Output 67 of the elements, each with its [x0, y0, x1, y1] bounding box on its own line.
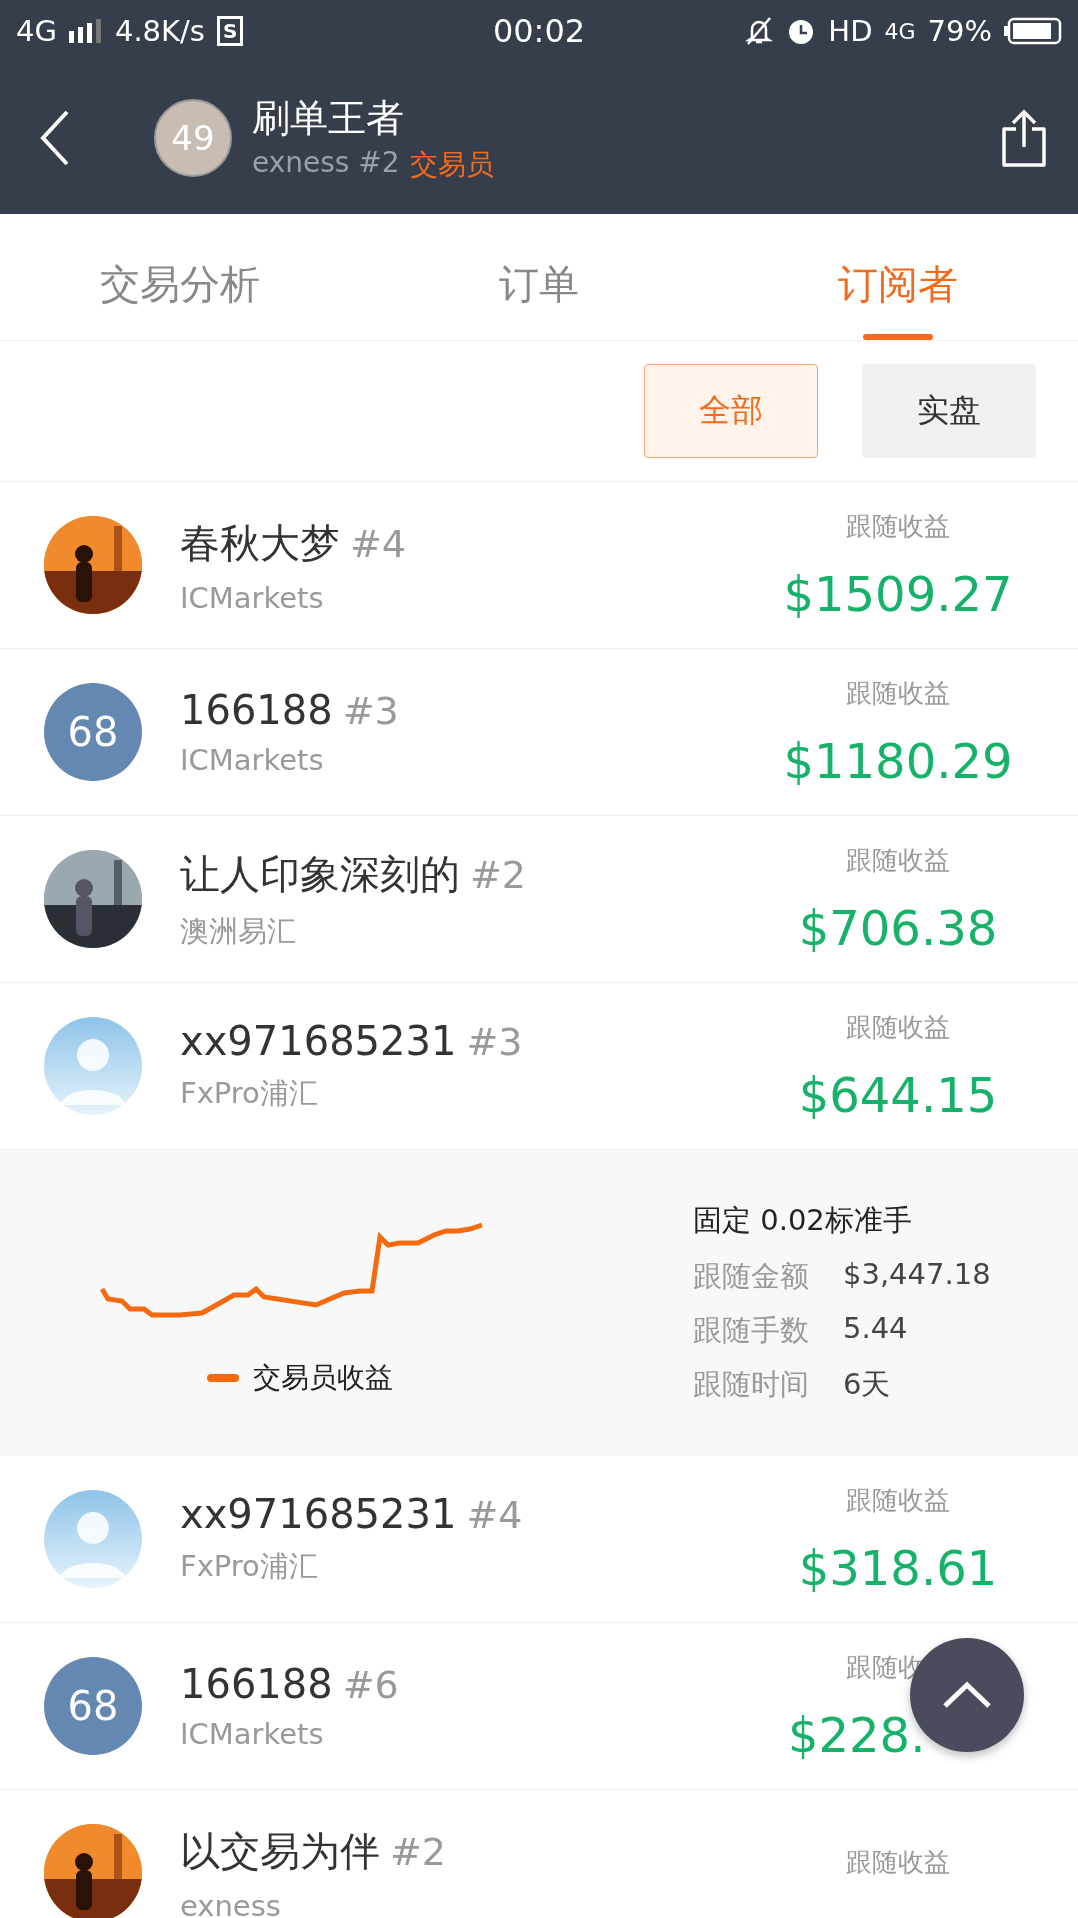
subscriber-rank: #2: [470, 852, 527, 897]
chevron-up-icon: [942, 1681, 992, 1709]
subscriber-name: 166188: [180, 1661, 333, 1707]
default-avatar-icon: [44, 1490, 142, 1588]
subscriber-name: xx971685231: [180, 1491, 457, 1537]
subscriber-rank: #4: [350, 521, 407, 566]
subscriber-name: 166188: [180, 687, 333, 733]
subscriber-name: 以交易为伴: [180, 1826, 380, 1876]
subscriber-rank: #3: [466, 1020, 523, 1064]
filter-button[interactable]: 全部: [644, 364, 818, 458]
s-badge: S: [216, 16, 244, 46]
clock: 00:02: [492, 12, 586, 50]
subscriber-rank: #2: [390, 1829, 447, 1874]
share-icon[interactable]: [1000, 109, 1048, 167]
subscriber-name: xx971685231: [180, 1018, 457, 1064]
profit-label: 跟随收益: [846, 1845, 950, 1879]
broker-name: ICMarkets: [180, 580, 325, 615]
broker-name: ICMarkets: [180, 743, 325, 777]
stat-label: 跟随金额: [693, 1258, 809, 1295]
back-icon[interactable]: [40, 110, 70, 166]
stat-value: $3,447.18: [843, 1257, 991, 1293]
battery-level: 79%: [927, 14, 992, 48]
profit-amount: $706.38: [798, 899, 998, 956]
bell-off-icon: [744, 16, 775, 46]
subscriber-rank: #3: [342, 689, 399, 733]
profit-amount: $644.15: [798, 1066, 998, 1123]
user-avatar: 68: [44, 683, 142, 781]
user-avatar: 49: [154, 99, 232, 177]
follow-mode: 固定 0.02标准手: [693, 1202, 913, 1239]
stat-label: 跟随手数: [693, 1312, 809, 1349]
profit-label: 跟随收益: [846, 676, 950, 710]
network-type: 4G: [884, 18, 916, 44]
broker-name: FxPro浦汇: [180, 1548, 319, 1585]
trader-name: 刷单王者: [252, 94, 405, 142]
network-speed: 4.8K/s: [114, 14, 205, 48]
profit-amount: $228.: [788, 1706, 926, 1763]
profit-amount: $318.61: [798, 1539, 998, 1596]
signal-icon: [68, 19, 103, 43]
trader-account: exness #2: [252, 145, 400, 181]
legend-label: 交易员收益: [253, 1360, 393, 1396]
profit-label: 跟随收益: [846, 1010, 950, 1044]
profit-amount: $1180.29: [783, 732, 1013, 789]
broker-name: FxPro浦汇: [180, 1075, 319, 1112]
tab[interactable]: 订单: [359, 228, 719, 340]
filter-button[interactable]: 实盘: [862, 364, 1036, 458]
hd-indicator: HD: [828, 14, 873, 48]
trader-role: 交易员: [409, 146, 494, 183]
battery-icon: [1004, 17, 1062, 45]
broker-name: ICMarkets: [180, 1717, 325, 1751]
stat-value: 6天: [843, 1366, 892, 1403]
tab[interactable]: 交易分析: [0, 228, 360, 340]
profit-label: 跟随收益: [846, 509, 950, 543]
network-type: 4G: [16, 14, 57, 48]
default-avatar-icon: [44, 1017, 142, 1115]
stat-label: 跟随时间: [693, 1366, 809, 1403]
user-avatar: 68: [44, 1657, 142, 1755]
broker-name: 澳洲易汇: [180, 912, 297, 950]
profit-amount: $1509.27: [783, 565, 1013, 622]
subscriber-rank: #4: [466, 1493, 523, 1537]
broker-name: exness: [180, 1888, 282, 1918]
tab[interactable]: 订阅者: [718, 228, 1078, 340]
profit-label: 跟随收益: [846, 1483, 950, 1517]
profit-label: 跟随收益: [846, 843, 950, 877]
subscriber-name: 让人印象深刻的: [180, 849, 460, 899]
subscriber-name: 春秋大梦: [180, 518, 340, 568]
subscriber-rank: #6: [342, 1663, 399, 1707]
stat-value: 5.44: [843, 1311, 909, 1347]
